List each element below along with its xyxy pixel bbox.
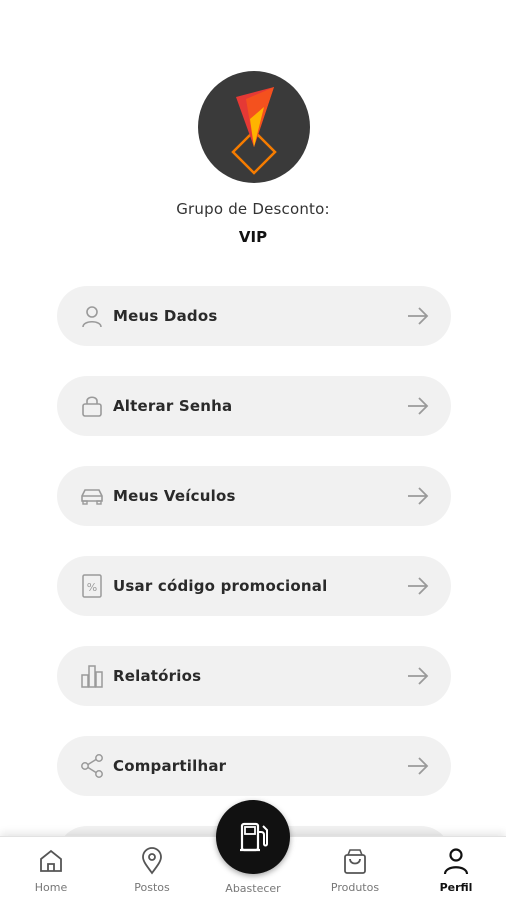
shopping-bag-icon: [341, 847, 369, 875]
user-icon: [442, 847, 470, 875]
menu-item-label: Meus Dados: [113, 307, 218, 325]
menu-item-label: Meus Veículos: [113, 487, 236, 505]
menu-item-relatorios[interactable]: Relatórios: [57, 646, 451, 706]
menu-item-meus-dados[interactable]: Meus Dados: [57, 286, 451, 346]
menu-item-label: Relatórios: [113, 667, 202, 685]
map-pin-icon: [138, 847, 166, 875]
company-logo-avatar: [198, 71, 310, 183]
user-icon: [79, 303, 105, 329]
arrow-right-icon: [405, 483, 431, 509]
abastecer-button[interactable]: [216, 800, 290, 874]
nav-produtos[interactable]: Produtos: [315, 837, 395, 900]
arrow-right-icon: [405, 303, 431, 329]
share-icon: [79, 753, 105, 779]
arrow-right-icon: [405, 573, 431, 599]
menu-item-label: Compartilhar: [113, 757, 227, 775]
nav-postos[interactable]: Postos: [112, 837, 192, 900]
percent-icon: %: [79, 573, 105, 599]
discount-group-value: VIP: [238, 228, 268, 246]
discount-group-label: Grupo de Desconto:: [176, 200, 330, 218]
menu-item-alterar-senha[interactable]: Alterar Senha: [57, 376, 451, 436]
nav-postos-label: Postos: [134, 881, 170, 894]
home-icon: [37, 847, 65, 875]
menu-item-compartilhar[interactable]: Compartilhar: [57, 736, 451, 796]
menu-item-meus-veiculos[interactable]: Meus Veículos: [57, 466, 451, 526]
menu-item-label: Alterar Senha: [113, 397, 233, 415]
fuel-pump-icon: [240, 822, 268, 852]
menu-item-label: Usar código promocional: [113, 577, 328, 595]
arrow-right-icon: [405, 753, 431, 779]
fuel-logo-icon: [231, 87, 277, 175]
arrow-right-icon: [405, 663, 431, 689]
nav-perfil-label: Perfil: [439, 881, 473, 894]
nav-perfil[interactable]: Perfil: [416, 837, 496, 900]
nav-home-label: Home: [34, 881, 68, 894]
svg-text:%: %: [87, 581, 97, 594]
bar-chart-icon: [79, 663, 105, 689]
nav-home[interactable]: Home: [11, 837, 91, 900]
menu-item-codigo-promocional[interactable]: % Usar código promocional: [57, 556, 451, 616]
lock-icon: [79, 393, 105, 419]
abastecer-label: Abastecer: [225, 882, 281, 895]
arrow-right-icon: [405, 393, 431, 419]
car-icon: [79, 483, 105, 509]
nav-produtos-label: Produtos: [330, 881, 380, 894]
